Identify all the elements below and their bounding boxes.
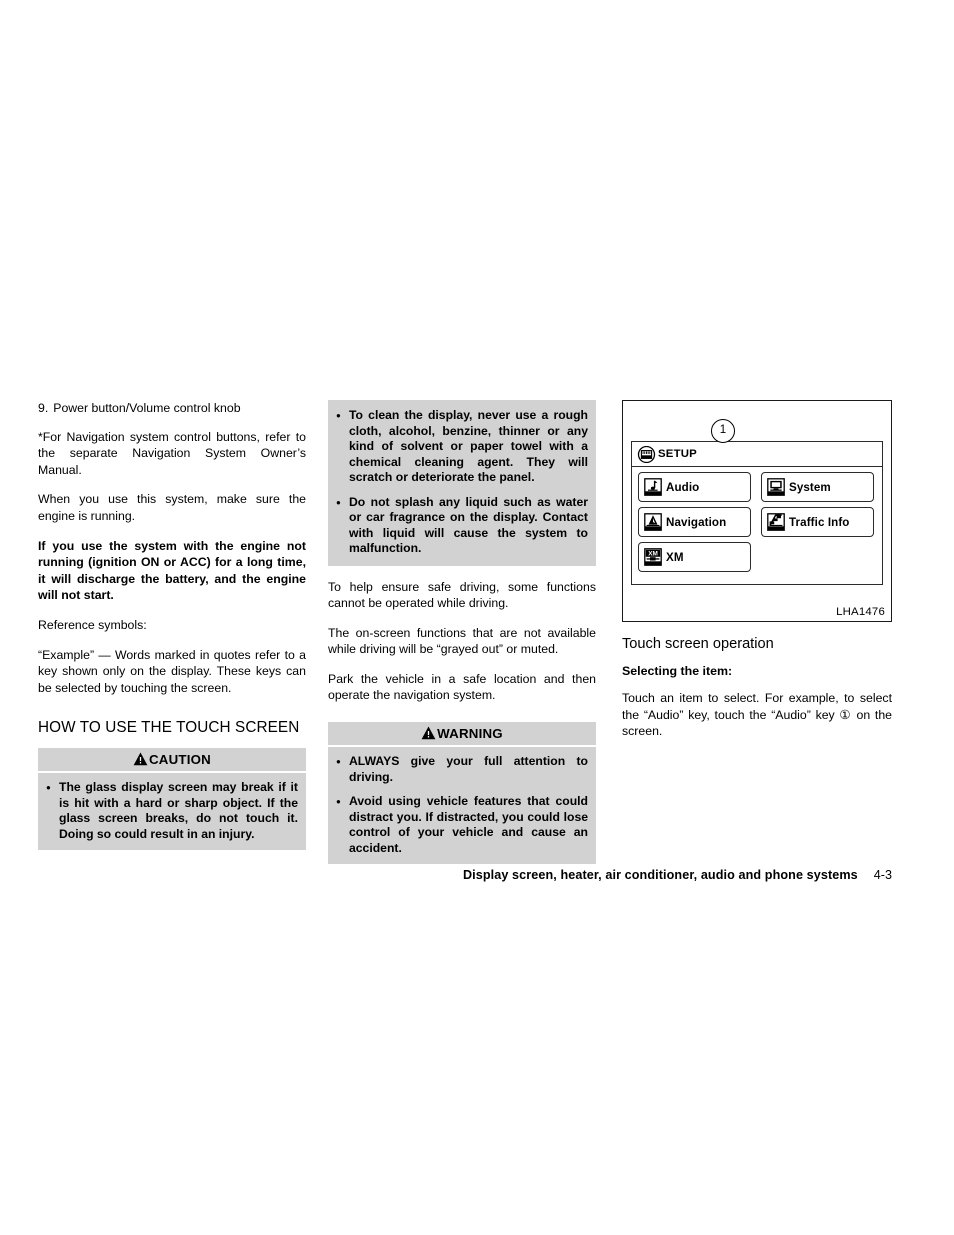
screen-key-row: Audio System xyxy=(638,472,876,502)
paragraph-touch-instruction: Touch an item to select. For example, to… xyxy=(622,691,892,739)
caution-box: CAUTION The glass display screen may bre… xyxy=(38,748,306,851)
subheading-selecting-the-item: Selecting the item: xyxy=(622,664,733,678)
screen-key-row: Navigation Traffic Info xyxy=(638,507,876,537)
warning-item: ALWAYS give your full attention to drivi… xyxy=(336,753,588,785)
paragraph-battery-warning: If you use the system with the engine no… xyxy=(38,538,306,603)
warning-heading: WARNING xyxy=(328,722,596,748)
manual-page: 9. Power button/Volume control knob *For … xyxy=(0,0,954,1235)
caution-heading: CAUTION xyxy=(38,748,306,774)
screen-key-traffic-info[interactable]: Traffic Info xyxy=(761,507,874,537)
caution-box-continued: To clean the display, never use a rough … xyxy=(328,400,596,566)
caution-item: The glass display screen may break if it… xyxy=(46,779,298,842)
screen-key-audio[interactable]: Audio xyxy=(638,472,751,502)
caution-continued-item-list: To clean the display, never use a rough … xyxy=(328,400,596,566)
page-footer: Display screen, heater, air conditioner,… xyxy=(0,868,954,882)
figure-setup-screen: 1 SETUP Audio System Navigation Traffic … xyxy=(622,400,892,622)
warning-triangle-icon xyxy=(133,752,148,766)
navigation-display-screen: SETUP Audio System Navigation Traffic In… xyxy=(631,441,883,585)
paragraph-navigation-note: *For Navigation system control buttons, … xyxy=(38,429,306,477)
caution-item: Do not splash any liquid such as water o… xyxy=(336,494,588,557)
screen-key-system[interactable]: System xyxy=(761,472,874,502)
screen-key-label: Traffic Info xyxy=(789,515,850,529)
navigation-arrow-icon xyxy=(644,513,662,531)
section-heading-how-to-use-touch-screen: HOW TO USE THE TOUCH SCREEN xyxy=(38,719,300,737)
paragraph-engine-running: When you use this system, make sure the … xyxy=(38,492,306,523)
screen-key-label: Audio xyxy=(666,480,700,494)
screen-key-grid: Audio System Navigation Traffic Info XM … xyxy=(632,467,882,582)
warning-item: Avoid using vehicle features that could … xyxy=(336,793,588,856)
heading-touch-screen-operation: Touch screen operation xyxy=(622,636,774,652)
column-left: 9. Power button/Volume control knob *For … xyxy=(38,400,306,851)
screen-key-label: XM xyxy=(666,550,684,564)
footer-page-number: 4-3 xyxy=(873,868,892,882)
screen-key-xm[interactable]: XM XM xyxy=(638,542,751,572)
setup-label: SETUP xyxy=(658,448,697,460)
footer-chapter-title: Display screen, heater, air conditioner,… xyxy=(462,868,858,882)
figure-id-label: LHA1476 xyxy=(836,606,885,618)
screen-key-navigation[interactable]: Navigation xyxy=(638,507,751,537)
screen-header-setup: SETUP xyxy=(632,442,882,467)
warning-triangle-icon xyxy=(421,726,436,740)
column-middle: To clean the display, never use a rough … xyxy=(328,400,596,865)
setup-icon xyxy=(637,445,656,463)
numbered-list-item-9: 9. Power button/Volume control knob xyxy=(38,400,306,417)
paragraph-example-definition: “Example” — Words marked in quotes refer… xyxy=(38,647,306,695)
callout-marker-1: 1 xyxy=(711,419,735,443)
audio-note-icon xyxy=(644,478,662,496)
screen-key-label: Navigation xyxy=(666,515,727,529)
list-item-number: 9. xyxy=(38,401,49,415)
caution-item-list: The glass display screen may break if it… xyxy=(38,773,306,850)
paragraph-park-vehicle: Park the vehicle in a safe location and … xyxy=(328,671,596,703)
system-monitor-icon xyxy=(767,478,785,496)
screen-key-label: System xyxy=(789,480,831,494)
screen-key-row: XM XM xyxy=(638,542,876,572)
xm-icon: XM xyxy=(644,548,662,566)
warning-item-list: ALWAYS give your full attention to drivi… xyxy=(328,747,596,864)
warning-heading-label: WARNING xyxy=(437,726,503,742)
paragraph-grayed-out: The on-screen functions that are not ava… xyxy=(328,625,596,657)
caution-heading-label: CAUTION xyxy=(149,752,211,768)
warning-box: WARNING ALWAYS give your full attention … xyxy=(328,722,596,865)
column-right: 1 SETUP Audio System Navigation Traffic … xyxy=(622,400,892,753)
paragraph-safe-driving: To help ensure safe driving, some functi… xyxy=(328,579,596,611)
list-item-text: Power button/Volume control knob xyxy=(53,401,241,415)
caution-item: To clean the display, never use a rough … xyxy=(336,407,588,486)
svg-text:XM: XM xyxy=(648,551,658,558)
traffic-info-icon xyxy=(767,513,785,531)
paragraph-reference-symbols: Reference symbols: xyxy=(38,617,147,632)
